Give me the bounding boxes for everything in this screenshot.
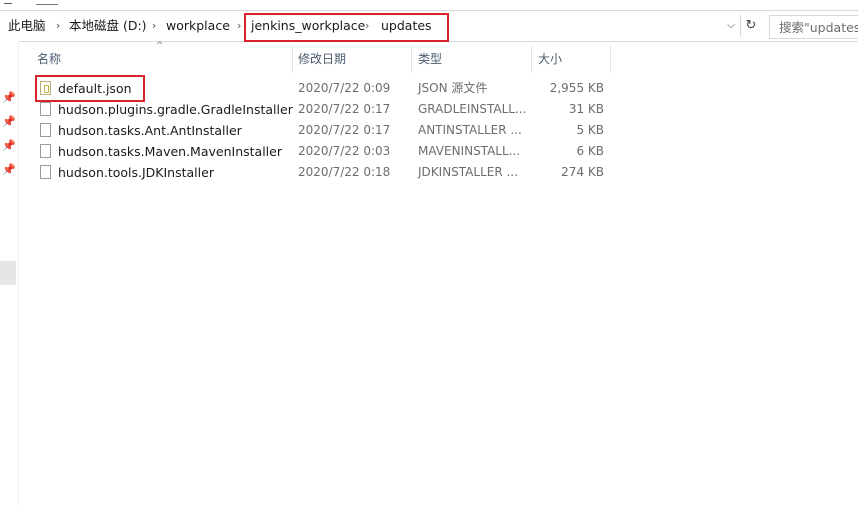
file-size: 2,955 KB bbox=[549, 81, 604, 95]
file-type: GRADLEINSTALL... bbox=[418, 102, 527, 116]
file-size: 274 KB bbox=[561, 165, 604, 179]
navigation-pane[interactable]: 📌 📌 📌 📌 bbox=[0, 41, 19, 506]
file-row[interactable]: hudson.tasks.Ant.AntInstaller 2020/7/22 … bbox=[30, 120, 620, 141]
file-type: ANTINSTALLER ... bbox=[418, 123, 522, 137]
breadcrumb-this-pc[interactable]: 此电脑 bbox=[8, 11, 46, 41]
breadcrumb-local-disk-d[interactable]: 本地磁盘 (D:) bbox=[69, 11, 147, 41]
back-arrow-icon bbox=[4, 0, 12, 4]
path-highlight-box bbox=[244, 13, 449, 42]
column-divider[interactable] bbox=[531, 45, 532, 73]
file-row[interactable]: hudson.plugins.gradle.GradleInstaller 20… bbox=[30, 99, 620, 120]
chevron-down-icon[interactable]: ⌵ bbox=[722, 11, 740, 41]
file-date: 2020/7/22 0:17 bbox=[298, 123, 391, 137]
pin-icon[interactable]: 📌 bbox=[2, 163, 16, 177]
column-divider[interactable] bbox=[292, 45, 293, 73]
file-icon bbox=[40, 123, 51, 137]
ribbon-label-fragment bbox=[36, 0, 58, 5]
search-input[interactable] bbox=[770, 16, 858, 38]
breadcrumb-separator[interactable]: › bbox=[56, 11, 60, 41]
file-name: hudson.tasks.Maven.MavenInstaller bbox=[58, 144, 282, 159]
column-header-date[interactable]: 修改日期 bbox=[298, 45, 346, 73]
file-type: JSON 源文件 bbox=[418, 81, 488, 95]
column-divider[interactable] bbox=[610, 45, 611, 73]
file-highlight-box bbox=[35, 75, 145, 102]
pin-icon[interactable]: 📌 bbox=[2, 115, 16, 129]
column-header-row: 名称 修改日期 类型 大小 bbox=[30, 45, 620, 73]
file-date: 2020/7/22 0:03 bbox=[298, 144, 391, 158]
refresh-icon[interactable]: ↻ bbox=[740, 15, 761, 37]
file-name: hudson.tools.JDKInstaller bbox=[58, 165, 214, 180]
pin-icon[interactable]: 📌 bbox=[2, 139, 16, 153]
file-size: 6 KB bbox=[576, 144, 604, 158]
file-date: 2020/7/22 0:17 bbox=[298, 102, 391, 116]
breadcrumb-separator[interactable]: › bbox=[152, 11, 156, 41]
file-type: MAVENINSTALL... bbox=[418, 144, 521, 158]
column-header-type[interactable]: 类型 bbox=[418, 45, 442, 73]
breadcrumb-separator[interactable]: › bbox=[237, 11, 241, 41]
column-header-size[interactable]: 大小 bbox=[538, 45, 562, 73]
file-name: hudson.plugins.gradle.GradleInstaller bbox=[58, 102, 293, 117]
file-name: hudson.tasks.Ant.AntInstaller bbox=[58, 123, 242, 138]
file-size: 31 KB bbox=[568, 102, 604, 116]
file-type: JDKINSTALLER ... bbox=[418, 165, 518, 179]
breadcrumb-workplace[interactable]: workplace bbox=[166, 11, 230, 41]
file-row[interactable]: hudson.tools.JDKInstaller 2020/7/22 0:18… bbox=[30, 162, 620, 183]
column-divider[interactable] bbox=[411, 45, 412, 73]
scrollbar-thumb[interactable] bbox=[0, 261, 16, 285]
ribbon-remnant bbox=[0, 0, 858, 10]
file-date: 2020/7/22 0:18 bbox=[298, 165, 391, 179]
file-icon bbox=[40, 102, 51, 116]
file-row[interactable]: hudson.tasks.Maven.MavenInstaller 2020/7… bbox=[30, 141, 620, 162]
file-icon bbox=[40, 165, 51, 179]
file-icon bbox=[40, 144, 51, 158]
search-box[interactable] bbox=[769, 15, 858, 39]
file-size: 5 KB bbox=[576, 123, 604, 137]
pin-icon[interactable]: 📌 bbox=[2, 91, 16, 105]
column-header-name[interactable]: 名称 bbox=[37, 45, 61, 73]
file-date: 2020/7/22 0:09 bbox=[298, 81, 391, 95]
